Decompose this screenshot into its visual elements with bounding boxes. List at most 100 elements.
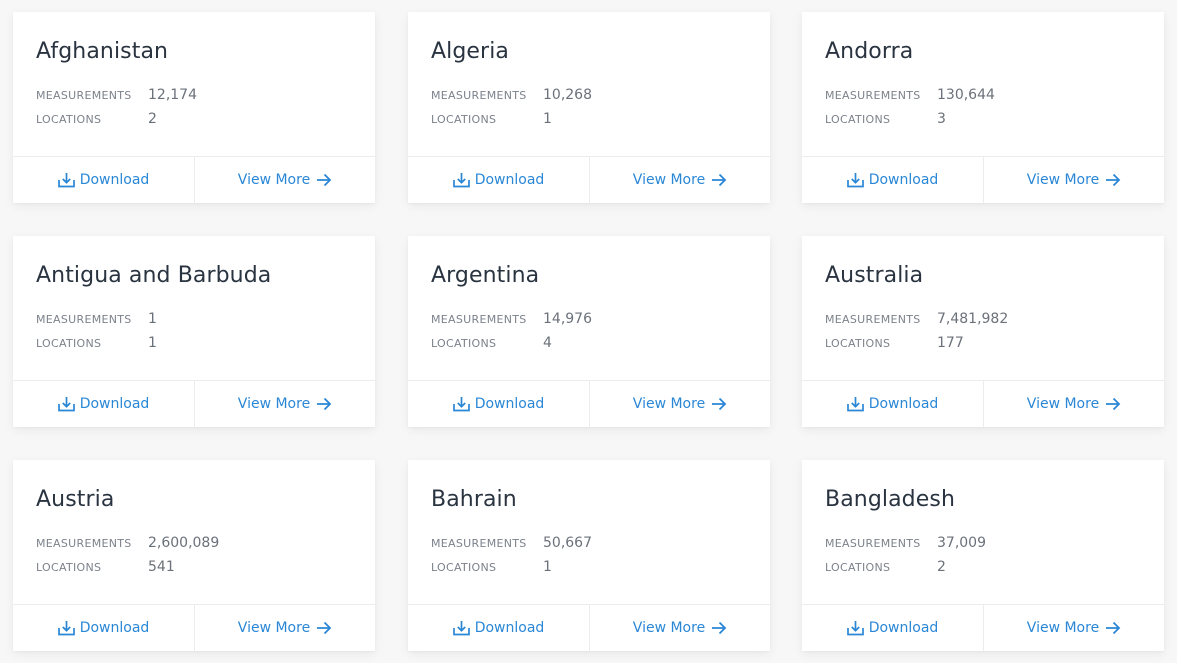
view-more-button[interactable]: View More xyxy=(589,605,770,651)
locations-value: 1 xyxy=(543,111,552,127)
country-name: Bahrain xyxy=(431,487,517,512)
locations-row: LOCATIONS 2 xyxy=(825,555,1164,579)
arrow-right-icon xyxy=(1106,621,1121,635)
download-button[interactable]: Download xyxy=(408,157,589,203)
card-footer: Download View More xyxy=(13,380,375,427)
measurements-row: MEASUREMENTS 2,600,089 xyxy=(36,531,375,555)
country-name: Austria xyxy=(36,487,115,512)
download-button[interactable]: Download xyxy=(802,157,983,203)
download-label: Download xyxy=(868,620,939,636)
view-more-label: View More xyxy=(632,620,706,636)
download-button[interactable]: Download xyxy=(802,605,983,651)
locations-row: LOCATIONS 4 xyxy=(431,331,770,355)
measurements-label: MEASUREMENTS xyxy=(431,312,527,326)
download-icon xyxy=(846,397,864,412)
card-footer: Download View More xyxy=(408,156,770,203)
card-body: Andorra MEASUREMENTS 130,644 LOCATIONS 3 xyxy=(802,12,1164,156)
measurements-value: 14,976 xyxy=(543,311,592,327)
measurements-row: MEASUREMENTS 10,268 xyxy=(431,83,770,107)
download-icon xyxy=(846,621,864,636)
locations-label: LOCATIONS xyxy=(825,560,891,574)
card-footer: Download View More xyxy=(802,604,1164,651)
measurements-value: 2,600,089 xyxy=(148,535,220,551)
view-more-button[interactable]: View More xyxy=(194,605,375,651)
card-stats: MEASUREMENTS 2,600,089 LOCATIONS 541 xyxy=(36,531,375,579)
measurements-value: 7,481,982 xyxy=(937,311,1009,327)
card-stats: MEASUREMENTS 130,644 LOCATIONS 3 xyxy=(825,83,1164,131)
measurements-row: MEASUREMENTS 50,667 xyxy=(431,531,770,555)
view-more-label: View More xyxy=(1026,396,1100,412)
view-more-button[interactable]: View More xyxy=(194,381,375,427)
view-more-button[interactable]: View More xyxy=(589,381,770,427)
download-label: Download xyxy=(474,396,545,412)
card-stats: MEASUREMENTS 12,174 LOCATIONS 2 xyxy=(36,83,375,131)
country-name: Algeria xyxy=(431,39,510,64)
measurements-value: 10,268 xyxy=(543,87,592,103)
view-more-label: View More xyxy=(1026,620,1100,636)
view-more-button[interactable]: View More xyxy=(589,157,770,203)
view-more-label: View More xyxy=(237,396,311,412)
measurements-label: MEASUREMENTS xyxy=(36,88,132,102)
measurements-value: 1 xyxy=(148,311,157,327)
measurements-value: 37,009 xyxy=(937,535,986,551)
measurements-label: MEASUREMENTS xyxy=(825,536,921,550)
card-body: Bahrain MEASUREMENTS 50,667 LOCATIONS 1 xyxy=(408,460,770,604)
download-label: Download xyxy=(79,396,150,412)
locations-value: 3 xyxy=(937,111,946,127)
view-more-label: View More xyxy=(1026,172,1100,188)
view-more-button[interactable]: View More xyxy=(194,157,375,203)
locations-label: LOCATIONS xyxy=(36,560,102,574)
country-name: Argentina xyxy=(431,263,540,288)
card-stats: MEASUREMENTS 1 LOCATIONS 1 xyxy=(36,307,375,355)
locations-row: LOCATIONS 1 xyxy=(431,107,770,131)
download-label: Download xyxy=(79,172,150,188)
download-button[interactable]: Download xyxy=(13,157,194,203)
measurements-row: MEASUREMENTS 1 xyxy=(36,307,375,331)
view-more-label: View More xyxy=(237,620,311,636)
view-more-label: View More xyxy=(237,172,311,188)
measurements-row: MEASUREMENTS 14,976 xyxy=(431,307,770,331)
locations-label: LOCATIONS xyxy=(431,112,497,126)
download-label: Download xyxy=(79,620,150,636)
card-footer: Download View More xyxy=(13,156,375,203)
card-body: Bangladesh MEASUREMENTS 37,009 LOCATIONS… xyxy=(802,460,1164,604)
card-stats: MEASUREMENTS 7,481,982 LOCATIONS 177 xyxy=(825,307,1164,355)
locations-row: LOCATIONS 3 xyxy=(825,107,1164,131)
card-footer: Download View More xyxy=(408,604,770,651)
locations-label: LOCATIONS xyxy=(36,336,102,350)
card-stats: MEASUREMENTS 14,976 LOCATIONS 4 xyxy=(431,307,770,355)
view-more-button[interactable]: View More xyxy=(983,157,1164,203)
view-more-button[interactable]: View More xyxy=(983,381,1164,427)
download-icon xyxy=(452,173,470,188)
measurements-row: MEASUREMENTS 37,009 xyxy=(825,531,1164,555)
view-more-button[interactable]: View More xyxy=(983,605,1164,651)
country-name: Antigua and Barbuda xyxy=(36,263,272,288)
country-card: Argentina MEASUREMENTS 14,976 LOCATIONS … xyxy=(408,236,770,427)
download-button[interactable]: Download xyxy=(408,381,589,427)
view-more-label: View More xyxy=(632,396,706,412)
download-button[interactable]: Download xyxy=(13,381,194,427)
arrow-right-icon xyxy=(317,173,332,187)
country-card: Bangladesh MEASUREMENTS 37,009 LOCATIONS… xyxy=(802,460,1164,651)
download-label: Download xyxy=(474,172,545,188)
download-button[interactable]: Download xyxy=(13,605,194,651)
download-icon xyxy=(57,397,75,412)
country-card-grid: Afghanistan MEASUREMENTS 12,174 LOCATION… xyxy=(0,0,1177,663)
download-button[interactable]: Download xyxy=(408,605,589,651)
measurements-row: MEASUREMENTS 7,481,982 xyxy=(825,307,1164,331)
country-card: Austria MEASUREMENTS 2,600,089 LOCATIONS… xyxy=(13,460,375,651)
arrow-right-icon xyxy=(1106,173,1121,187)
measurements-label: MEASUREMENTS xyxy=(36,536,132,550)
locations-value: 541 xyxy=(148,559,175,575)
measurements-label: MEASUREMENTS xyxy=(825,88,921,102)
arrow-right-icon xyxy=(712,397,727,411)
locations-row: LOCATIONS 177 xyxy=(825,331,1164,355)
card-stats: MEASUREMENTS 37,009 LOCATIONS 2 xyxy=(825,531,1164,579)
download-button[interactable]: Download xyxy=(802,381,983,427)
country-card: Australia MEASUREMENTS 7,481,982 LOCATIO… xyxy=(802,236,1164,427)
card-footer: Download View More xyxy=(408,380,770,427)
country-name: Australia xyxy=(825,263,924,288)
card-footer: Download View More xyxy=(802,380,1164,427)
arrow-right-icon xyxy=(317,397,332,411)
card-stats: MEASUREMENTS 50,667 LOCATIONS 1 xyxy=(431,531,770,579)
